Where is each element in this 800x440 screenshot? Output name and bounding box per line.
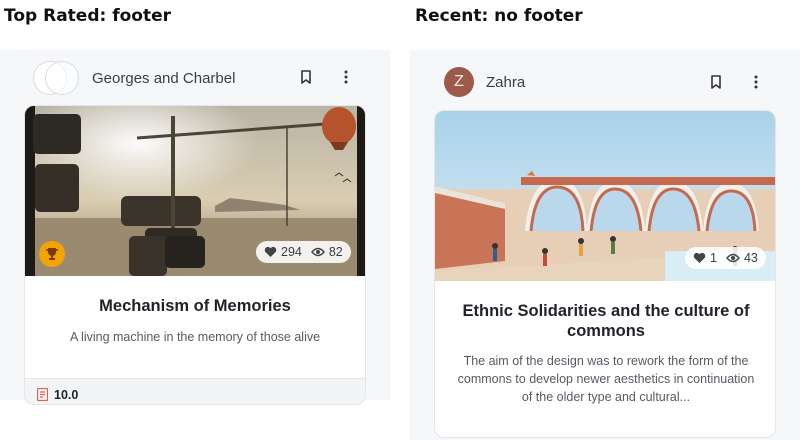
author-name[interactable]: Georges and Charbel (92, 70, 235, 87)
eye-icon (310, 247, 325, 257)
likes-count: 294 (281, 245, 302, 259)
card-footer: 10.0 (25, 378, 365, 404)
score-icon (37, 388, 48, 401)
likes-count: 1 (710, 251, 717, 265)
heart-icon (693, 252, 706, 263)
views-count: 82 (328, 245, 343, 259)
bookmark-icon[interactable] (298, 69, 314, 85)
author-name[interactable]: Zahra (486, 74, 525, 91)
right-column-title: Recent: no footer (415, 6, 583, 26)
card-description: A living machine in the memory of those … (69, 330, 321, 344)
eye-icon (726, 253, 740, 263)
score-value: 10.0 (54, 387, 79, 402)
left-column-title: Top Rated: footer (4, 6, 172, 26)
project-thumbnail[interactable]: 1 43 (435, 111, 775, 281)
card-header: Georges and Charbel (33, 61, 235, 95)
card-title[interactable]: Mechanism of Memories (25, 296, 365, 316)
avatar[interactable]: Z (444, 67, 474, 97)
stats-badge: 294 82 (256, 241, 351, 263)
recent-panel: Z Zahra 1 43 Ethnic Solidarities and the… (410, 50, 800, 440)
trophy-icon (39, 241, 65, 267)
project-thumbnail[interactable]: 294 82 (25, 106, 365, 276)
project-card[interactable]: 1 43 Ethnic Solidarities and the culture… (434, 110, 776, 438)
project-card[interactable]: 294 82 Mechanism of Memories A living ma… (24, 105, 366, 405)
heart-icon (264, 246, 277, 257)
more-vertical-icon[interactable] (338, 69, 354, 85)
bookmark-icon[interactable] (708, 74, 724, 90)
more-vertical-icon[interactable] (748, 74, 764, 90)
avatar[interactable] (33, 61, 79, 95)
card-description: The aim of the design was to rework the … (457, 354, 755, 404)
card-header: Z Zahra (444, 67, 525, 97)
stats-badge: 1 43 (685, 247, 766, 269)
views-count: 43 (743, 251, 758, 265)
card-title[interactable]: Ethnic Solidarities and the culture of c… (451, 301, 761, 341)
top-rated-panel: Georges and Charbel 294 82 Mechanism of … (0, 50, 390, 405)
